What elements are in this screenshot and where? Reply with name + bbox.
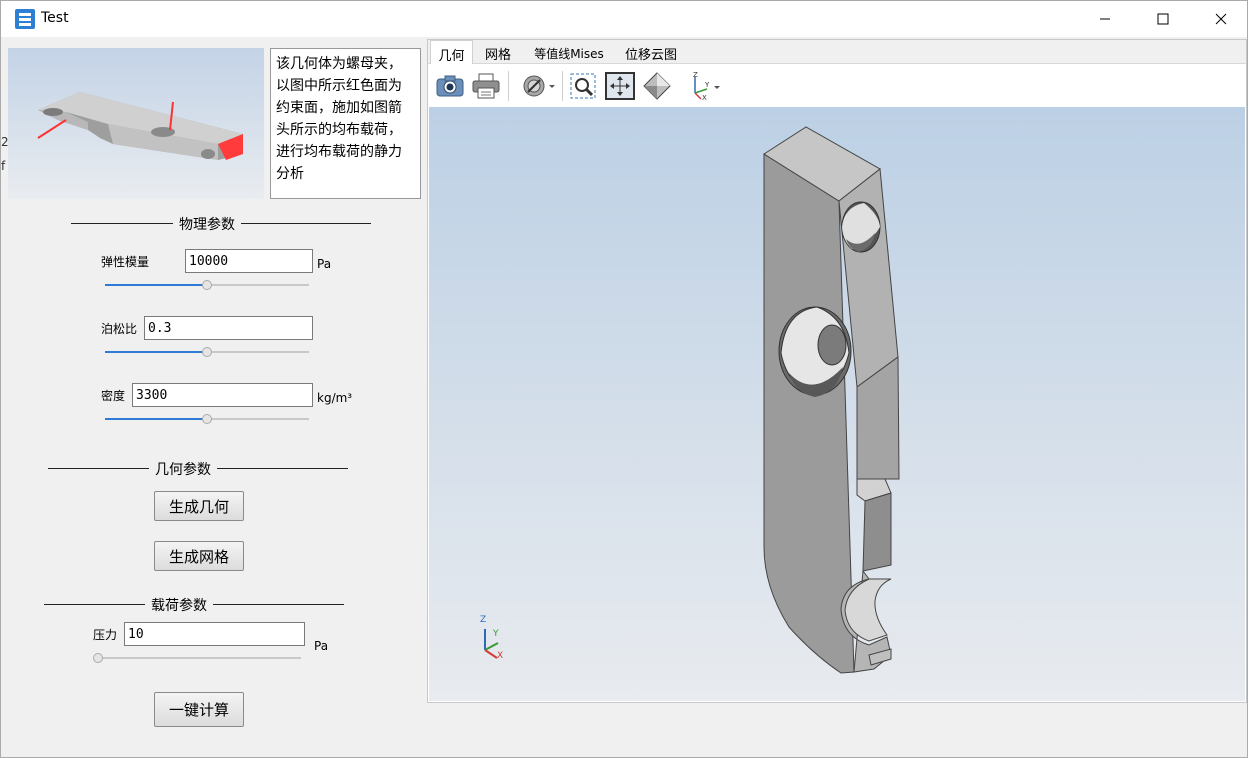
density-unit: kg/m³ (317, 391, 353, 405)
parameter-panel: 2 f 该几何体为螺母夹，以图中所示红色面为约束面，施加如图箭头所示的均布载荷，… (1, 39, 425, 757)
generate-geometry-button[interactable]: 生成几何 (154, 491, 244, 521)
elastic-modulus-unit: Pa (317, 257, 332, 271)
view-projection-button[interactable] (641, 71, 673, 101)
hide-show-icon (523, 75, 555, 97)
edge-glyph: f (1, 159, 6, 173)
close-button[interactable] (1192, 1, 1248, 37)
app-window: Test 2 f 该几何体为螺母夹，以图中所示红色面为约束面，施加如图箭头所示的… (0, 0, 1248, 758)
minimize-icon (1100, 18, 1110, 20)
nut-clamp-model (484, 126, 900, 674)
3d-viewport[interactable]: Z Y X (429, 107, 1245, 701)
minimize-button[interactable] (1076, 1, 1134, 37)
fit-all-icon (605, 72, 635, 100)
tab-displacement-cloud[interactable]: 位移云图 (620, 40, 682, 64)
maximize-button[interactable] (1134, 1, 1192, 37)
toolbar-separator (562, 71, 563, 101)
print-button[interactable] (470, 71, 502, 101)
visualization-panel: 几何 网格 等值线Mises 位移云图 Z Y X Z Y X (427, 39, 1247, 703)
view-projection-icon (643, 72, 671, 100)
axis-z-label: Z (480, 615, 487, 625)
zoom-region-button[interactable] (567, 71, 599, 101)
snapshot-button[interactable] (434, 71, 466, 101)
geometry-preview-image (8, 48, 264, 199)
print-icon (472, 73, 500, 99)
close-icon (1215, 13, 1227, 25)
geometry-section-title: 几何参数 (149, 459, 217, 479)
slider-fill (105, 284, 207, 286)
elastic-modulus-slider[interactable] (105, 280, 309, 290)
slider-thumb[interactable] (93, 653, 103, 663)
svg-text:X: X (702, 94, 707, 101)
pressure-unit: Pa (314, 639, 329, 653)
pressure-input[interactable] (124, 622, 305, 646)
poisson-ratio-input[interactable] (144, 316, 313, 340)
slider-fill (105, 351, 207, 353)
axis-y-label: Y (493, 629, 499, 639)
view-tabs: 几何 网格 等值线Mises 位移云图 (428, 40, 1246, 64)
svg-text:Z: Z (693, 71, 698, 79)
fit-all-button[interactable] (604, 71, 636, 101)
slider-thumb[interactable] (202, 280, 212, 290)
physical-section-title: 物理参数 (173, 214, 241, 234)
maximize-icon (1157, 13, 1169, 25)
slider-thumb[interactable] (202, 414, 212, 424)
slider-track (98, 657, 301, 659)
app-icon (15, 9, 35, 29)
clamp-preview-drawing (37, 92, 243, 160)
pressure-label: 压力 (93, 628, 118, 642)
view-toolbar: Z Y X (428, 65, 1246, 107)
status-area (427, 705, 1247, 757)
density-slider[interactable] (105, 414, 309, 424)
load-section-title: 载荷参数 (145, 595, 213, 615)
axis-x-label: X (497, 651, 504, 661)
tab-mesh[interactable]: 网格 (478, 40, 518, 64)
elastic-modulus-input[interactable] (185, 249, 313, 273)
hide-show-dropdown[interactable] (520, 71, 558, 101)
axes-orientation-icon: Z Y X (693, 71, 720, 101)
generate-mesh-button[interactable]: 生成网格 (154, 541, 244, 571)
zoom-region-icon (570, 73, 596, 99)
svg-text:Y: Y (704, 81, 710, 89)
window-title: Test (41, 10, 69, 26)
tab-geometry[interactable]: 几何 (430, 40, 473, 64)
axes-orientation-dropdown[interactable]: Z Y X (686, 71, 724, 101)
tab-mises-contour[interactable]: 等值线Mises (526, 40, 612, 64)
poisson-ratio-slider[interactable] (105, 347, 309, 357)
toolbar-separator (508, 71, 509, 101)
elastic-modulus-label: 弹性模量 (101, 255, 150, 269)
density-input[interactable] (132, 383, 313, 407)
pressure-slider[interactable] (93, 653, 301, 663)
slider-fill (105, 418, 207, 420)
slider-thumb[interactable] (202, 347, 212, 357)
title-bar: Test (1, 1, 1247, 37)
camera-icon (436, 75, 464, 97)
density-label: 密度 (101, 389, 126, 403)
compute-button[interactable]: 一键计算 (154, 692, 244, 727)
description-text: 该几何体为螺母夹，以图中所示红色面为约束面，施加如图箭头所示的均布载荷，进行均布… (270, 48, 421, 199)
poisson-ratio-label: 泊松比 (101, 322, 138, 336)
